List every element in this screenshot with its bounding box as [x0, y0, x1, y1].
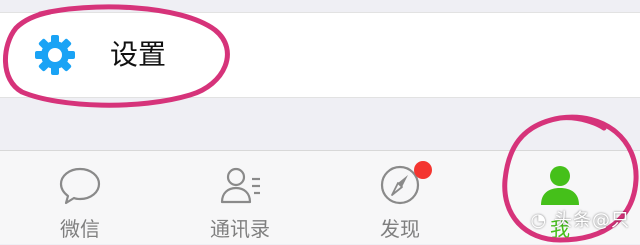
- watermark-label: 头条@只: [554, 210, 630, 231]
- tab-contacts[interactable]: 通讯录: [180, 151, 300, 245]
- gear-icon: [35, 35, 75, 75]
- tab-discover[interactable]: 发现: [340, 151, 460, 245]
- top-strip: [0, 0, 640, 12]
- tab-label: 微信: [60, 217, 100, 241]
- tab-label: 发现: [380, 217, 420, 241]
- notification-badge: [414, 161, 432, 179]
- settings-row[interactable]: 设置: [0, 12, 640, 98]
- toutiao-logo-icon: ◔: [530, 210, 548, 231]
- chat-bubble-icon: [59, 167, 101, 205]
- contacts-icon: [220, 167, 260, 204]
- tab-label: 通讯录: [210, 217, 270, 241]
- watermark: ◔ 头条@只: [531, 206, 630, 232]
- tab-wechat[interactable]: 微信: [20, 151, 140, 245]
- section-gap: [0, 98, 640, 150]
- settings-label: 设置: [110, 38, 167, 71]
- person-icon: [541, 166, 579, 205]
